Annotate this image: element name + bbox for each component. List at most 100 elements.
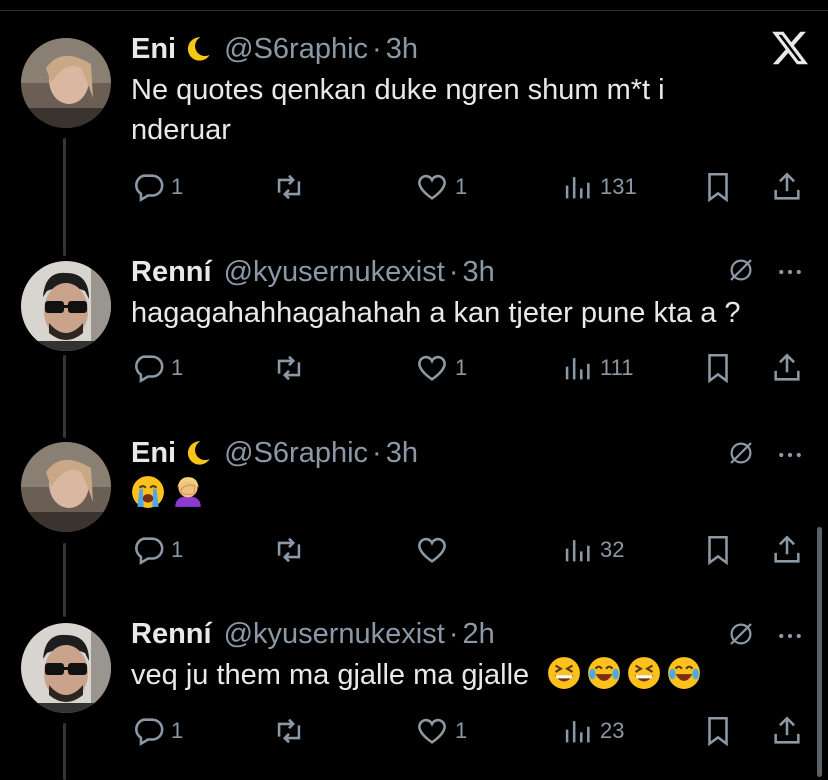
action-bar: 1 32 <box>0 533 828 573</box>
share-icon <box>774 716 800 744</box>
view-count: 32 <box>600 537 625 562</box>
view-count: 131 <box>600 174 637 199</box>
analytics-icon <box>565 540 590 562</box>
reply-button[interactable]: 1 <box>131 533 183 567</box>
share-button[interactable] <box>770 714 804 748</box>
bookmark-button[interactable] <box>701 714 735 748</box>
tweet-text: veq ju them ma gjalle ma gjalle <box>131 655 791 695</box>
grok-button[interactable] <box>726 438 756 468</box>
top-divider <box>0 10 828 11</box>
views-button[interactable]: 111 <box>560 351 633 385</box>
timestamp[interactable]: 3h <box>386 33 418 66</box>
analytics-icon <box>565 177 590 199</box>
timestamp[interactable]: 2h <box>462 618 494 651</box>
author-name[interactable]: Eni <box>131 33 176 66</box>
tweet-text: hagagahahhagahahah a kan tjeter pune kta… <box>131 293 791 333</box>
reply-button[interactable]: 1 <box>131 351 183 385</box>
avatar-image <box>21 623 111 713</box>
retweet-button[interactable] <box>272 714 306 748</box>
grok-icon <box>730 442 752 464</box>
analytics-icon <box>565 721 590 743</box>
timestamp[interactable]: 3h <box>462 256 494 289</box>
tweet-text <box>131 474 791 514</box>
action-bar: 1 1 111 <box>0 351 828 391</box>
reply-count: 1 <box>171 355 184 380</box>
retweet-icon <box>277 355 301 381</box>
retweet-icon <box>277 718 301 744</box>
avatar[interactable] <box>21 38 111 128</box>
tweet-text-line: hagagahahhagahahah a kan tjeter pune kta… <box>131 297 741 329</box>
dot-separator: · <box>448 255 459 288</box>
share-icon <box>774 172 800 200</box>
more-options-button[interactable] <box>775 440 805 470</box>
author-handle[interactable]: @S6raphic <box>224 33 368 66</box>
author-name[interactable]: Renní <box>131 256 212 289</box>
reply-button[interactable]: 1 <box>131 170 183 204</box>
tweet-text: Ne quotes qenkan duke ngren shum m*t i n… <box>131 70 791 150</box>
heart-icon <box>418 718 446 744</box>
author-handle[interactable]: @S6raphic <box>224 437 368 470</box>
grok-icon <box>730 259 752 281</box>
like-count: 1 <box>455 355 468 380</box>
retweet-icon <box>277 174 301 200</box>
reply-count: 1 <box>171 718 184 743</box>
avatar[interactable] <box>21 442 111 532</box>
analytics-icon <box>565 358 590 380</box>
woman-facepalming-emoji <box>175 477 201 507</box>
tweet-text-line: veq ju them ma gjalle ma gjalle <box>131 659 530 691</box>
author-name[interactable]: Eni <box>131 437 176 470</box>
avatar[interactable] <box>21 623 111 713</box>
more-options-button[interactable] <box>775 621 805 651</box>
like-button[interactable]: 1 <box>415 170 467 204</box>
scrollbar[interactable] <box>817 527 822 777</box>
avatar[interactable] <box>21 261 111 351</box>
like-button[interactable] <box>415 533 455 567</box>
retweet-button[interactable] <box>272 533 306 567</box>
crescent-moon-icon <box>188 37 210 61</box>
more-icon <box>779 269 801 275</box>
author-handle[interactable]: @kyusernukexist <box>224 618 445 651</box>
share-button[interactable] <box>770 170 804 204</box>
tweet-text-line: nderuar <box>131 114 231 146</box>
x-logo-close-button[interactable] <box>770 28 810 68</box>
grok-button[interactable] <box>726 255 756 285</box>
views-button[interactable]: 131 <box>560 170 637 204</box>
timestamp[interactable]: 3h <box>386 437 418 470</box>
grok-button[interactable] <box>726 619 756 649</box>
like-button[interactable]: 1 <box>415 351 467 385</box>
more-options-button[interactable] <box>775 257 805 287</box>
tweet-header: Renní @kyusernukexist · 3h <box>131 253 495 291</box>
views-button[interactable]: 23 <box>560 714 624 748</box>
tweet-header: Eni @S6raphic · 3h <box>131 30 418 68</box>
reply-button[interactable]: 1 <box>131 714 183 748</box>
reply-icon <box>135 537 164 566</box>
retweet-button[interactable] <box>272 170 306 204</box>
reply-count: 1 <box>171 537 184 562</box>
grok-icon <box>730 623 752 645</box>
bookmark-button[interactable] <box>701 533 735 567</box>
share-button[interactable] <box>770 533 804 567</box>
bookmark-button[interactable] <box>701 170 735 204</box>
tweet-header: Renní @kyusernukexist · 2h <box>131 615 495 653</box>
grinning-squinting-face-emoji <box>628 657 661 689</box>
face-with-tears-of-joy-emoji <box>588 657 621 689</box>
heart-icon <box>418 174 446 200</box>
dot-separator: · <box>372 32 382 65</box>
share-icon <box>774 353 800 381</box>
like-button[interactable]: 1 <box>415 714 467 748</box>
avatar-image <box>21 38 111 128</box>
reply-count: 1 <box>171 174 184 199</box>
face-with-tears-of-joy-emoji <box>668 657 701 689</box>
more-icon <box>779 452 801 458</box>
author-handle[interactable]: @kyusernukexist <box>224 256 445 289</box>
share-button[interactable] <box>770 351 804 385</box>
author-name[interactable]: Renní <box>131 618 212 651</box>
like-count: 1 <box>455 718 468 743</box>
bookmark-button[interactable] <box>701 351 735 385</box>
avatar-image <box>21 442 111 532</box>
grinning-squinting-face-emoji <box>548 657 581 689</box>
retweet-button[interactable] <box>272 351 306 385</box>
share-icon <box>774 535 800 563</box>
x-logo-icon <box>772 31 809 65</box>
views-button[interactable]: 32 <box>560 533 624 567</box>
